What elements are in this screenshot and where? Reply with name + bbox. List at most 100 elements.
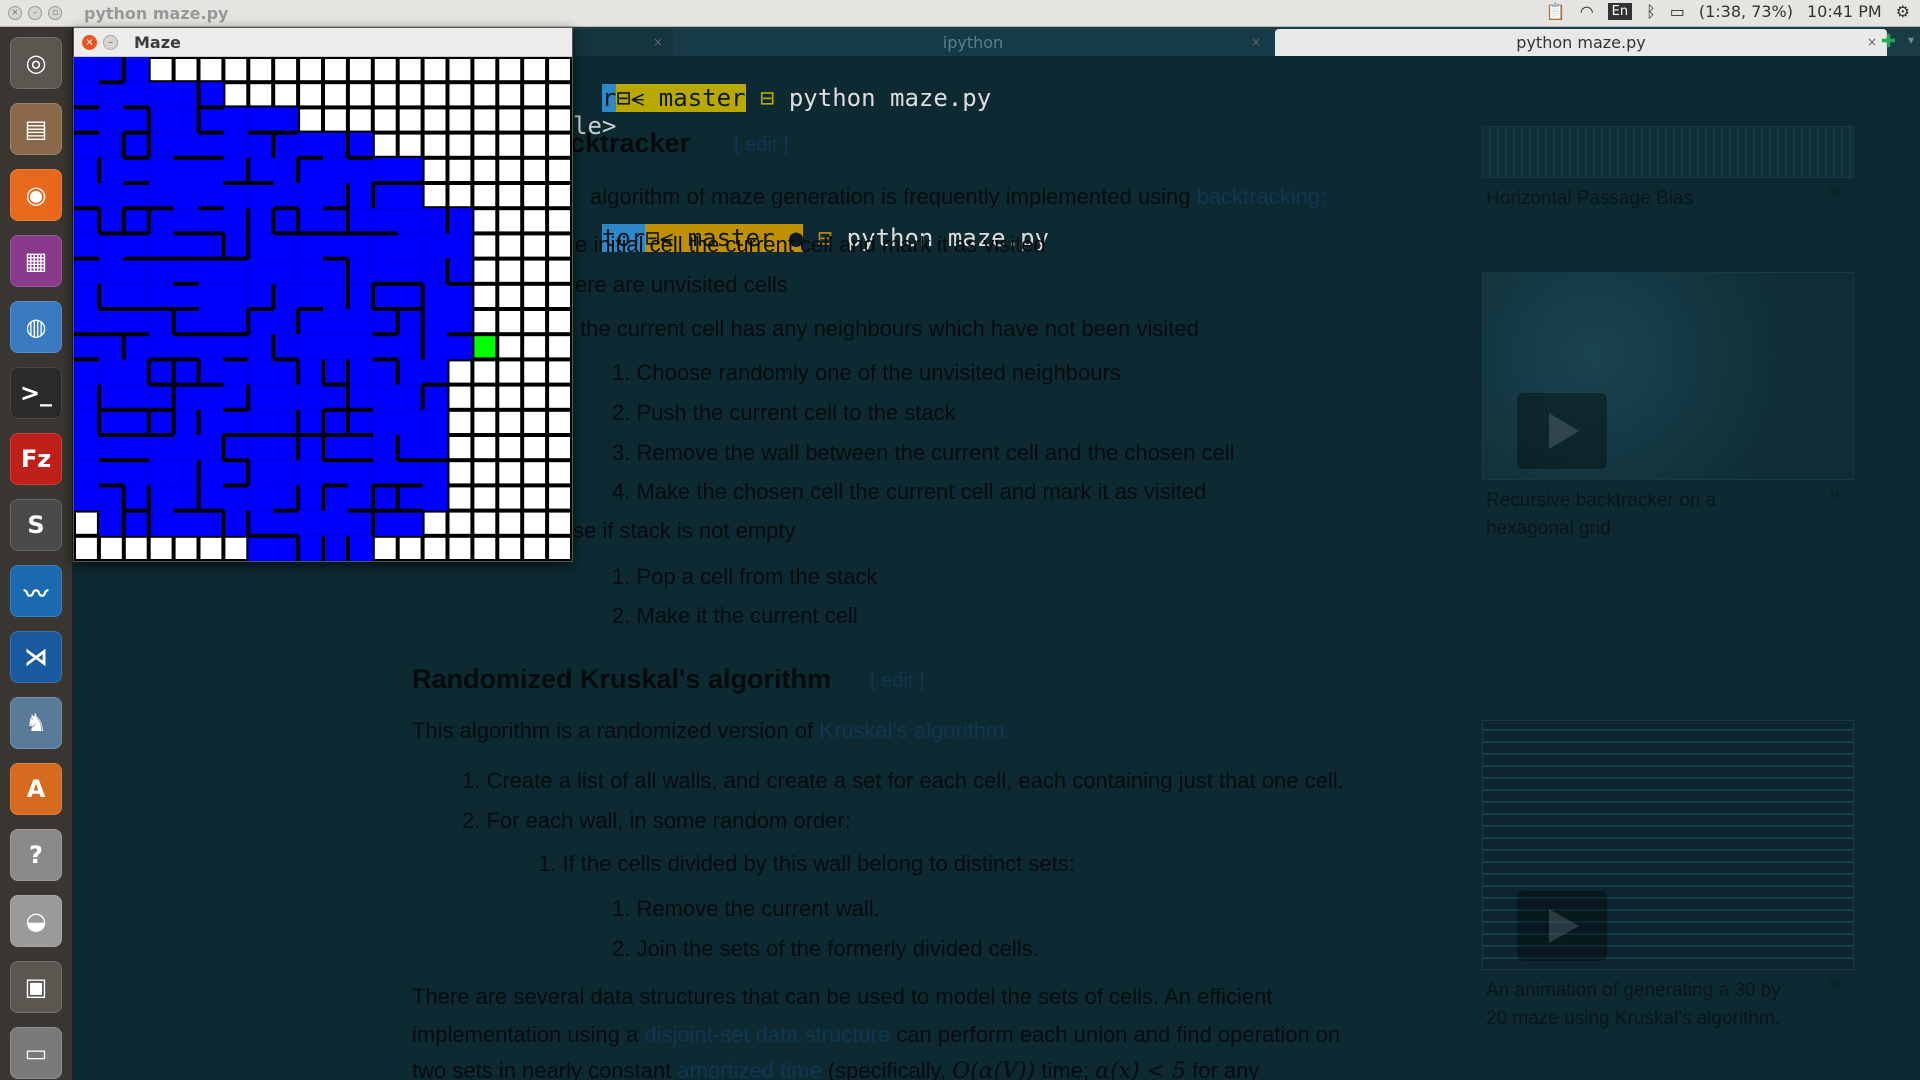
maze-visited-cell bbox=[123, 233, 149, 259]
enlarge-icon[interactable]: ⧉ bbox=[1830, 486, 1840, 502]
maze-unvisited-cell bbox=[524, 386, 546, 408]
maze-unvisited-cell bbox=[549, 361, 570, 383]
tab-python-maze[interactable]: python maze.py × bbox=[1275, 29, 1887, 56]
filezilla-icon[interactable]: Fz bbox=[10, 433, 62, 485]
trash-icon[interactable]: ▭ bbox=[10, 1027, 62, 1079]
edit-link[interactable]: [ edit ] bbox=[870, 670, 924, 693]
maze-visited-cell bbox=[148, 258, 174, 284]
kruskal-link[interactable]: Kruskal's algorithm. bbox=[819, 718, 1010, 743]
maze-visited-cell bbox=[347, 233, 373, 259]
tab-ipython[interactable]: ipython × bbox=[675, 29, 1271, 56]
play-icon[interactable] bbox=[1517, 891, 1607, 961]
maze-visited-cell bbox=[98, 82, 124, 108]
close-icon[interactable]: × bbox=[8, 6, 22, 20]
maze-unvisited-cell bbox=[499, 512, 521, 534]
workspace-switcher-icon[interactable]: ▣ bbox=[10, 961, 62, 1013]
maze-titlebar[interactable]: × – Maze bbox=[74, 28, 572, 57]
vscode-icon[interactable]: ⋊ bbox=[10, 631, 62, 683]
disjoint-set-link[interactable]: disjoint-set data structure bbox=[644, 1022, 890, 1047]
maze-visited-cell bbox=[397, 510, 423, 536]
maze-visited-cell bbox=[298, 258, 323, 284]
maze-visited-cell bbox=[223, 132, 249, 158]
pgadmin-icon[interactable]: ♞ bbox=[10, 697, 62, 749]
maze-visited-cell bbox=[372, 258, 398, 284]
chevron-down-icon[interactable]: ▾ bbox=[1908, 33, 1914, 47]
maze-visited-cell bbox=[173, 208, 199, 234]
new-tab-icon[interactable]: ✚ bbox=[1881, 31, 1896, 52]
files-icon[interactable]: ▤ bbox=[10, 103, 62, 155]
maze-visited-cell bbox=[198, 309, 224, 335]
maze-visited-cell bbox=[198, 183, 224, 209]
maze-window[interactable]: × – Maze bbox=[73, 27, 573, 562]
bluetooth-icon[interactable]: ᛒ bbox=[1646, 2, 1656, 21]
enlarge-icon[interactable]: ⧉ bbox=[1830, 976, 1840, 992]
maze-visited-cell bbox=[347, 409, 373, 435]
maze-unvisited-cell bbox=[424, 185, 446, 207]
maze-visited-cell bbox=[347, 359, 373, 385]
maze-unvisited-cell bbox=[549, 311, 570, 333]
amortized-time-link[interactable]: amortized time bbox=[677, 1058, 821, 1080]
maze-unvisited-cell bbox=[474, 210, 496, 232]
thumbnail-kruskal-animation[interactable] bbox=[1482, 720, 1854, 970]
maze-visited-cell bbox=[323, 208, 348, 234]
maze-visited-cell bbox=[248, 409, 274, 435]
backtracking-link[interactable]: backtracking: bbox=[1197, 184, 1327, 209]
enlarge-icon[interactable]: ⧉ bbox=[1830, 184, 1840, 200]
chromium-icon[interactable]: ◍ bbox=[10, 301, 62, 353]
maze-unvisited-cell bbox=[374, 59, 396, 81]
maze-visited-cell bbox=[372, 409, 398, 435]
keyboard-indicator[interactable]: En bbox=[1607, 3, 1633, 20]
maze-visited-cell bbox=[173, 107, 199, 133]
maze-visited-cell bbox=[248, 510, 274, 536]
maze-visited-cell bbox=[173, 157, 199, 183]
terminal-icon[interactable]: >_ bbox=[10, 367, 62, 419]
close-icon[interactable]: × bbox=[82, 35, 97, 50]
maze-visited-cell bbox=[98, 435, 124, 461]
clipboard-icon[interactable]: 📋 bbox=[1546, 2, 1566, 21]
thumbnail-horizontal-bias[interactable] bbox=[1482, 126, 1854, 178]
maze-unvisited-cell bbox=[424, 59, 446, 81]
prompt-path-segment: r bbox=[601, 84, 617, 112]
close-icon[interactable]: × bbox=[1251, 29, 1261, 56]
maze-unvisited-cell bbox=[449, 59, 471, 81]
maximize-icon[interactable]: ▫ bbox=[48, 6, 62, 20]
maze-visited-cell bbox=[372, 485, 398, 511]
firefox-icon[interactable]: ◉ bbox=[10, 169, 62, 221]
maze-unvisited-cell bbox=[549, 437, 570, 459]
dash-home-icon[interactable]: ◎ bbox=[10, 37, 62, 89]
minimize-icon[interactable]: – bbox=[103, 35, 118, 50]
maze-unvisited-cell bbox=[499, 159, 521, 181]
maze-visited-cell bbox=[248, 208, 274, 234]
maze-visited-cell bbox=[74, 183, 99, 209]
system-monitor-icon[interactable]: 〰 bbox=[10, 565, 62, 617]
media-player-icon[interactable]: ▦ bbox=[10, 235, 62, 287]
help-icon[interactable]: ? bbox=[10, 829, 62, 881]
maze-visited-cell bbox=[422, 460, 448, 486]
maze-visited-cell bbox=[347, 334, 373, 360]
clock[interactable]: 10:41 PM bbox=[1807, 2, 1882, 21]
wifi-icon[interactable]: ◠ bbox=[1580, 2, 1594, 21]
play-icon[interactable] bbox=[1517, 393, 1607, 469]
disk-icon[interactable]: ◒ bbox=[10, 895, 62, 947]
close-icon[interactable]: × bbox=[1867, 29, 1877, 56]
gear-icon[interactable]: ⚙ bbox=[1896, 2, 1910, 21]
battery-icon[interactable]: ▭ bbox=[1670, 2, 1685, 21]
edit-link[interactable]: [ edit ] bbox=[734, 134, 788, 157]
maze-visited-cell bbox=[74, 283, 99, 309]
maze-visited-cell bbox=[397, 183, 423, 209]
maze-unvisited-cell bbox=[449, 437, 471, 459]
close-icon[interactable]: × bbox=[653, 29, 663, 56]
thumbnail-hex-backtracker[interactable] bbox=[1482, 272, 1854, 480]
maze-unvisited-cell bbox=[125, 537, 147, 559]
minimize-icon[interactable]: – bbox=[28, 6, 42, 20]
sublime-text-icon[interactable]: S bbox=[10, 499, 62, 551]
maze-visited-cell bbox=[74, 485, 99, 511]
indicator-area: 📋 ◠ En ᛒ ▭ (1:38, 73%) 10:41 PM ⚙ bbox=[1546, 2, 1910, 21]
maze-visited-cell bbox=[298, 233, 323, 259]
maze-visited-cell bbox=[123, 409, 149, 435]
maze-unvisited-cell bbox=[499, 386, 521, 408]
battery-status[interactable]: (1:38, 73%) bbox=[1699, 2, 1793, 21]
maze-visited-cell bbox=[298, 132, 323, 158]
software-center-icon[interactable]: A bbox=[10, 763, 62, 815]
tab-hidden-partial[interactable]: × bbox=[573, 29, 673, 56]
